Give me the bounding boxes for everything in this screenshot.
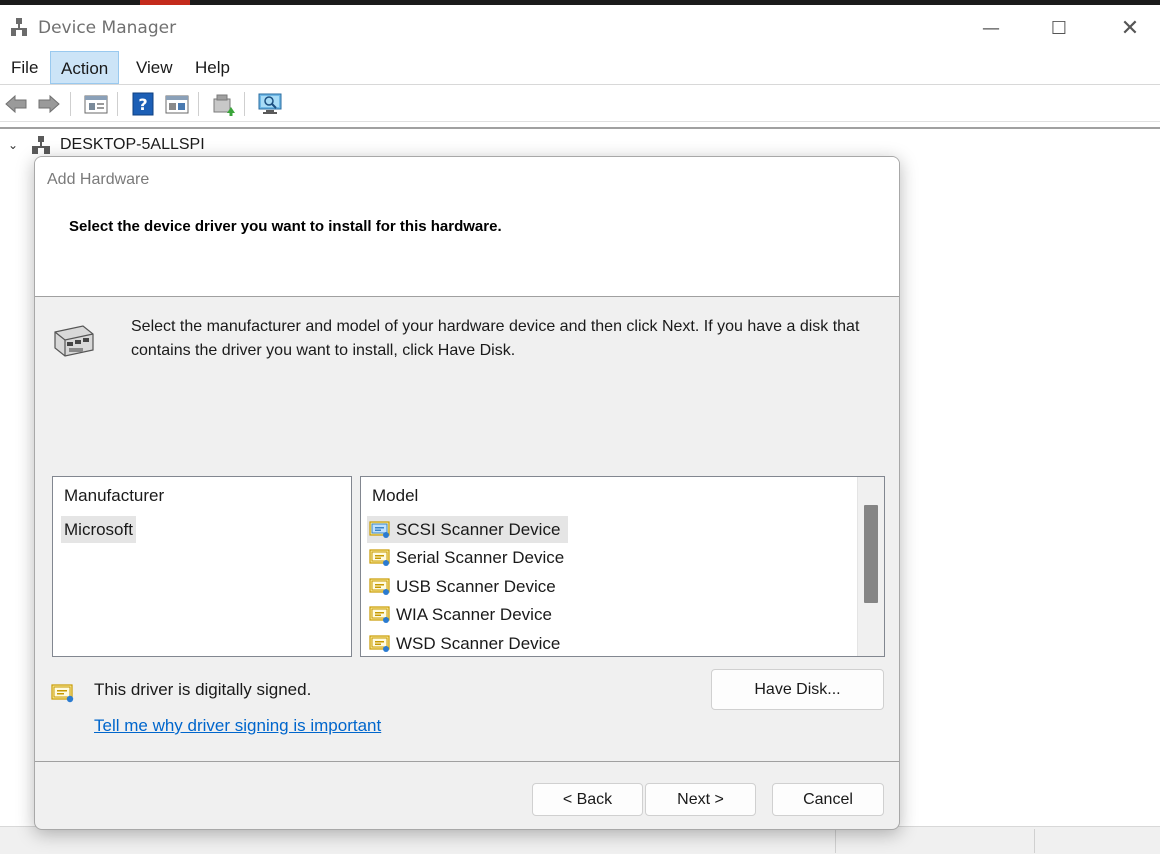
device-manager-icon: [11, 18, 27, 36]
toolbar: ?: [0, 86, 1160, 122]
model-item-serial[interactable]: Serial Scanner Device: [367, 544, 572, 571]
model-list[interactable]: Model SCSI Scanner Device Serial Scanner…: [360, 476, 885, 657]
have-disk-button[interactable]: Have Disk...: [711, 669, 884, 710]
scan-hardware-icon[interactable]: [257, 91, 283, 117]
update-driver-icon[interactable]: [211, 91, 237, 117]
model-header: Model: [372, 486, 419, 505]
signed-driver-icon: [369, 635, 390, 652]
chevron-down-icon[interactable]: ⌄: [8, 138, 24, 152]
close-button[interactable]: ✕: [1107, 11, 1153, 45]
back-arrow-icon[interactable]: [3, 91, 29, 117]
hardware-wizard-icon: [54, 325, 94, 357]
model-item-label: Serial Scanner Device: [396, 548, 565, 567]
menu-action[interactable]: Action: [50, 51, 120, 84]
scrollbar-thumb[interactable]: [864, 505, 878, 603]
svg-text:?: ?: [138, 95, 147, 114]
model-item-label: WIA Scanner Device: [396, 605, 552, 624]
dialog-header: Add Hardware Select the device driver yo…: [35, 157, 899, 297]
tree-root-node[interactable]: ⌄ DESKTOP-5ALLSPI: [8, 133, 205, 157]
tree-root-label: DESKTOP-5ALLSPI: [60, 136, 205, 153]
driver-signed-text: This driver is digitally signed.: [94, 680, 312, 699]
model-item-label: SCSI Scanner Device: [396, 520, 561, 539]
content-divider: [0, 127, 1160, 129]
help-icon[interactable]: ?: [130, 91, 156, 117]
signed-driver-icon: [369, 578, 390, 595]
manufacturer-item-microsoft[interactable]: Microsoft: [61, 516, 136, 543]
status-bar-divider: [835, 829, 836, 853]
minimize-button[interactable]: —: [968, 11, 1014, 45]
forward-arrow-icon[interactable]: [36, 91, 62, 117]
status-bar: [0, 826, 1160, 854]
toolbar-separator: [244, 92, 245, 116]
dialog-heading: Select the device driver you want to ins…: [69, 218, 502, 235]
back-button[interactable]: < Back: [532, 783, 643, 816]
menu-view[interactable]: View: [126, 51, 183, 84]
model-item-wsd[interactable]: WSD Scanner Device: [367, 630, 568, 657]
menu-bar: File Action View Help: [0, 51, 1160, 85]
model-item-usb[interactable]: USB Scanner Device: [367, 573, 564, 600]
dialog-title: Add Hardware: [47, 171, 150, 188]
window-title: Device Manager: [38, 18, 177, 38]
signed-driver-icon: [369, 606, 390, 623]
show-hide-pane-icon[interactable]: [164, 91, 190, 117]
add-hardware-dialog: Add Hardware Select the device driver yo…: [34, 156, 900, 830]
model-item-label: USB Scanner Device: [396, 577, 556, 596]
menu-file[interactable]: File: [1, 51, 48, 84]
manufacturer-header: Manufacturer: [64, 486, 165, 505]
manufacturer-list[interactable]: Manufacturer Microsoft: [52, 476, 352, 657]
model-item-wia[interactable]: WIA Scanner Device: [367, 601, 560, 628]
maximize-button[interactable]: ☐: [1036, 11, 1082, 45]
menu-help[interactable]: Help: [185, 51, 240, 84]
close-icon: ✕: [1120, 15, 1140, 41]
status-bar-divider: [1034, 829, 1035, 853]
model-list-scrollbar[interactable]: [857, 477, 884, 656]
digital-signature-icon: [51, 684, 74, 703]
properties-icon[interactable]: [83, 91, 109, 117]
model-item-scsi[interactable]: SCSI Scanner Device: [367, 516, 569, 543]
footer-divider: [35, 761, 899, 762]
cancel-button[interactable]: Cancel: [772, 783, 884, 816]
toolbar-separator: [70, 92, 71, 116]
signed-driver-icon: [369, 521, 390, 538]
model-item-label: WSD Scanner Device: [396, 634, 561, 653]
computer-icon: [32, 136, 50, 154]
title-bar: Device Manager — ☐ ✕: [0, 5, 1160, 51]
minimize-icon: —: [982, 17, 1000, 39]
toolbar-separator: [198, 92, 199, 116]
instruction-text: Select the manufacturer and model of you…: [131, 318, 860, 359]
maximize-icon: ☐: [1050, 17, 1068, 39]
driver-signing-link[interactable]: Tell me why driver signing is important: [94, 716, 381, 736]
signed-driver-icon: [369, 549, 390, 566]
toolbar-separator: [117, 92, 118, 116]
next-button[interactable]: Next >: [645, 783, 756, 816]
